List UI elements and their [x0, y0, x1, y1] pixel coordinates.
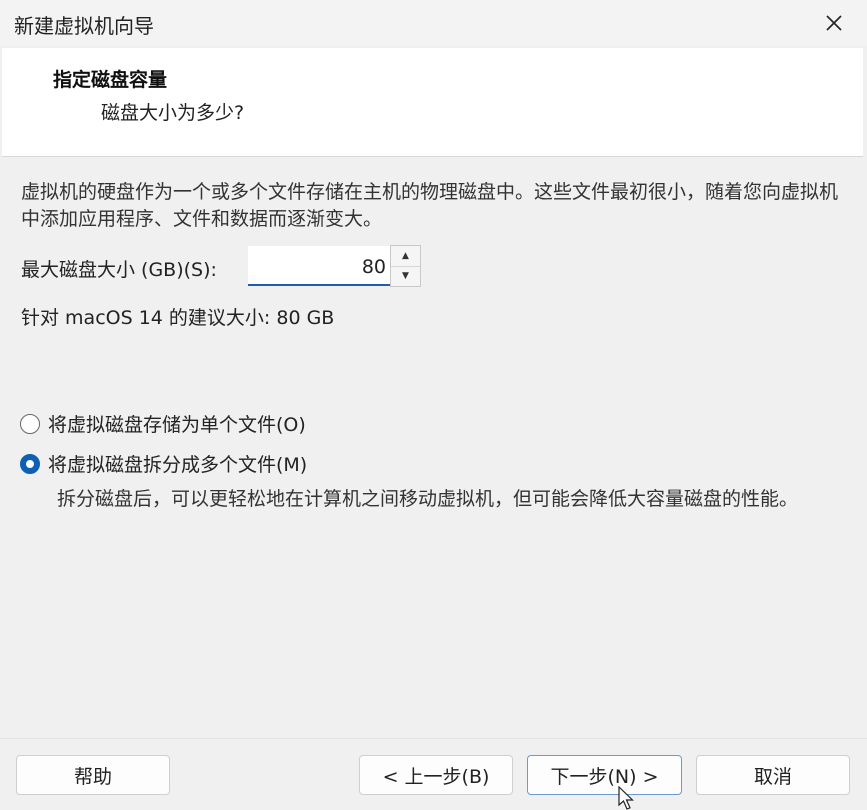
disk-description: 虚拟机的硬盘作为一个或多个文件存储在主机的物理磁盘中。这些文件最初很小，随着您向…	[21, 181, 839, 230]
split-description: 拆分磁盘后，可以更轻松地在计算机之间移动虚拟机，但可能会降低大容量磁盘的性能。	[57, 488, 799, 510]
window-title: 新建虚拟机向导	[14, 14, 154, 38]
radio-label: 将虚拟磁盘拆分成多个文件(M)	[48, 454, 308, 476]
chevron-up-icon: ▲	[402, 251, 409, 261]
back-button[interactable]: < 上一步(B)	[359, 755, 513, 795]
next-button[interactable]: 下一步(N) >	[527, 755, 682, 795]
help-button[interactable]: 帮助	[16, 755, 170, 795]
radio-split-files[interactable]: 将虚拟磁盘拆分成多个文件(M)	[20, 450, 307, 477]
cancel-button[interactable]: 取消	[696, 755, 850, 795]
radio-button[interactable]	[20, 413, 40, 434]
disk-size-input[interactable]	[248, 246, 390, 286]
close-button[interactable]	[819, 8, 849, 38]
footer-divider	[0, 738, 867, 739]
radio-label: 将虚拟磁盘存储为单个文件(O)	[48, 414, 306, 436]
chevron-down-icon: ▼	[402, 271, 409, 281]
page-subtitle: 磁盘大小为多少?	[101, 102, 245, 124]
disk-size-label: 最大磁盘大小 (GB)(S):	[21, 259, 217, 281]
recommended-size: 针对 macOS 14 的建议大小: 80 GB	[21, 307, 335, 329]
radio-button-checked[interactable]	[20, 453, 40, 474]
page-title: 指定磁盘容量	[53, 69, 168, 91]
wizard-header: 指定磁盘容量 磁盘大小为多少?	[2, 48, 863, 157]
spin-up-button[interactable]: ▲	[391, 246, 420, 267]
disk-size-spinner: ▲ ▼	[390, 245, 421, 287]
close-icon	[826, 15, 842, 31]
spin-down-button[interactable]: ▼	[391, 266, 420, 286]
title-bar: 新建虚拟机向导	[0, 0, 867, 46]
radio-single-file[interactable]: 将虚拟磁盘存储为单个文件(O)	[20, 410, 306, 437]
mouse-pointer-icon	[618, 786, 634, 810]
